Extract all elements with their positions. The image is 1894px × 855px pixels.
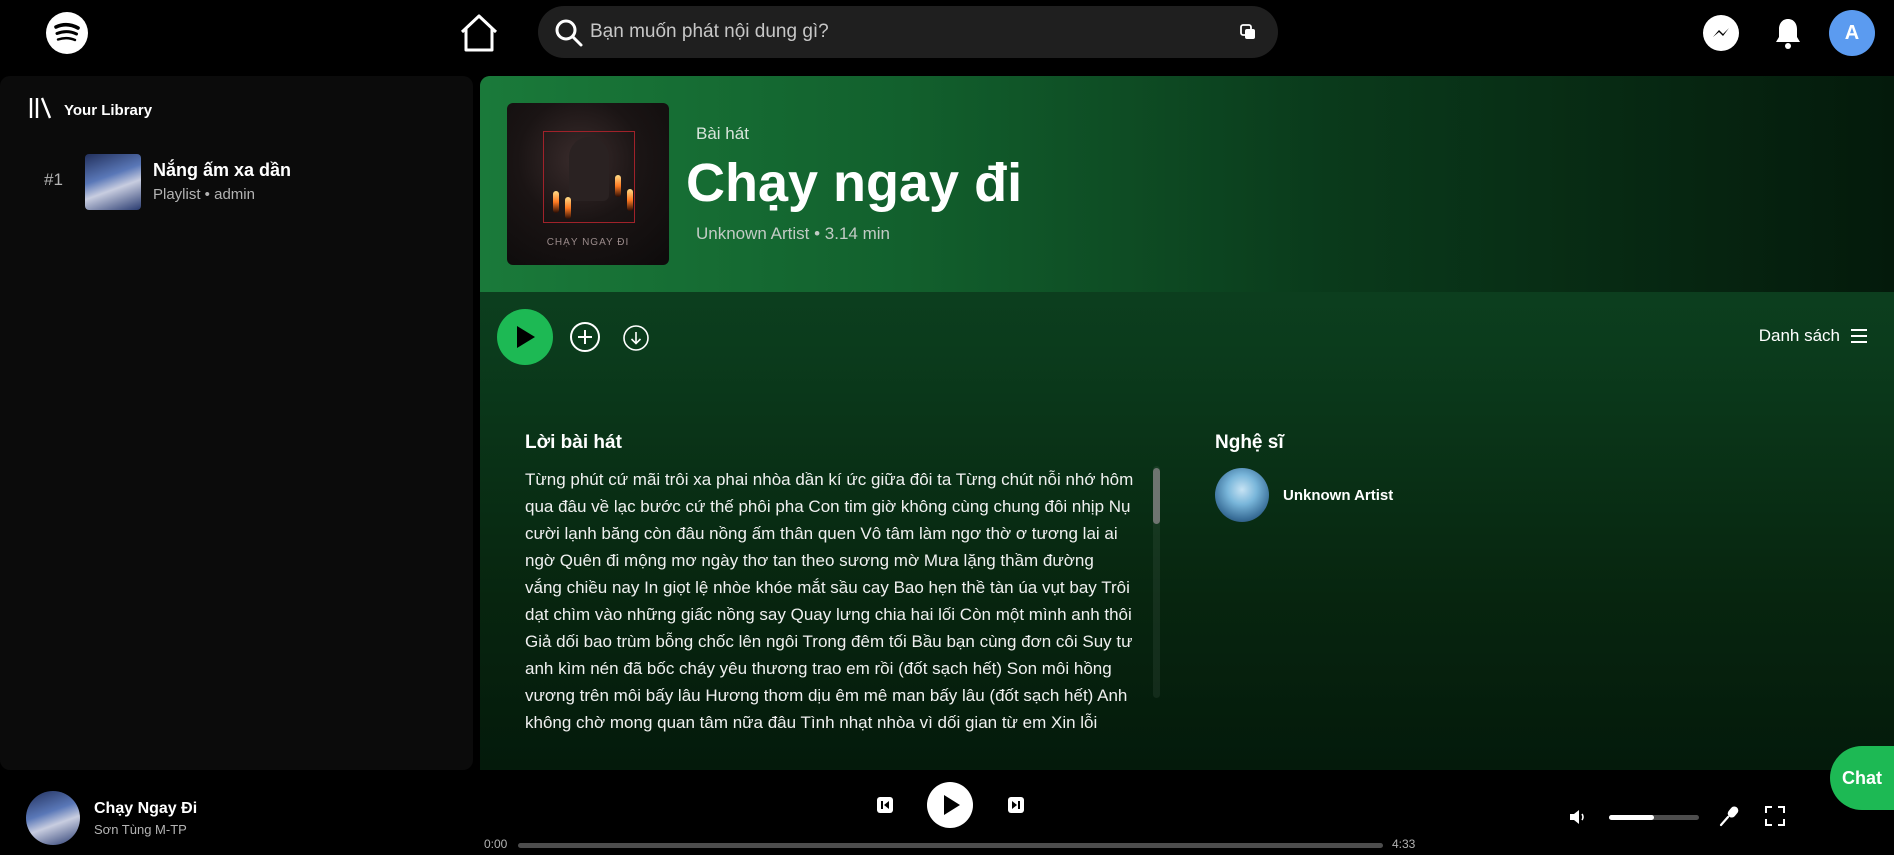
- play-icon: [517, 326, 535, 348]
- artist-name: Unknown Artist: [1283, 486, 1394, 504]
- main-content: CHẠY NGAY ĐI Bài hát Chạy ngay đi Unknow…: [480, 76, 1894, 770]
- user-avatar[interactable]: A: [1829, 10, 1875, 56]
- library-item[interactable]: #1 Nắng ấm xa dần Playlist • admin: [0, 154, 473, 210]
- list-view-toggle[interactable]: Danh sách: [1759, 326, 1868, 346]
- song-cover-art: CHẠY NGAY ĐI: [507, 103, 669, 265]
- browse-icon[interactable]: [1240, 24, 1256, 45]
- lyrics-heading: Lời bài hát: [525, 432, 622, 453]
- artist-avatar: [1215, 468, 1269, 522]
- list-icon: [1851, 329, 1867, 343]
- search-bar: [538, 6, 1278, 58]
- chat-button[interactable]: Chat: [1830, 746, 1894, 810]
- now-playing-thumbnail: [26, 791, 80, 845]
- song-title: Chạy ngay đi: [686, 153, 1023, 213]
- now-playing-title[interactable]: Chạy Ngay Đi: [94, 800, 197, 818]
- cover-title-text: CHẠY NGAY ĐI: [546, 237, 630, 248]
- lyrics-scrollbar-thumb[interactable]: [1153, 468, 1160, 524]
- mic-icon[interactable]: [1718, 805, 1740, 832]
- song-meta: Unknown Artist • 3.14 min: [696, 224, 890, 243]
- library-item-subtitle: Playlist • admin: [153, 186, 255, 203]
- sidebar-library: Your Library #1 Nắng ấm xa dần Playlist …: [0, 76, 473, 770]
- volume-icon[interactable]: [1568, 808, 1588, 831]
- artists-heading: Nghệ sĩ: [1215, 432, 1284, 453]
- bell-icon[interactable]: [1772, 15, 1804, 51]
- top-bar: A: [0, 0, 1894, 70]
- spotify-logo-icon[interactable]: [46, 12, 88, 54]
- total-time: 4:33: [1392, 837, 1416, 851]
- search-icon[interactable]: [554, 18, 584, 53]
- download-button[interactable]: [622, 324, 650, 352]
- next-button[interactable]: [1007, 796, 1025, 814]
- volume-fill: [1609, 815, 1654, 820]
- previous-icon: [877, 797, 893, 813]
- download-icon: [623, 325, 649, 351]
- library-header[interactable]: Your Library: [28, 96, 152, 124]
- library-item-index: #1: [44, 170, 63, 189]
- messenger-icon[interactable]: [1703, 15, 1739, 51]
- list-view-label: Danh sách: [1758, 326, 1840, 345]
- lyrics-text: Từng phút cứ mãi trôi xa phai nhòa dần k…: [525, 470, 1134, 732]
- now-playing-artist[interactable]: Sơn Tùng M-TP: [94, 822, 187, 837]
- search-input[interactable]: [590, 6, 1210, 58]
- library-item-thumbnail: [85, 154, 141, 210]
- player-bar: Chạy Ngay Đi Sơn Tùng M-TP 0:00 4:33: [0, 770, 1894, 855]
- home-icon[interactable]: [458, 12, 500, 54]
- current-time: 0:00: [484, 837, 508, 851]
- song-header: CHẠY NGAY ĐI Bài hát Chạy ngay đi Unknow…: [480, 76, 1894, 292]
- library-title: Your Library: [64, 101, 153, 119]
- library-icon: [28, 95, 54, 126]
- artist-item[interactable]: Unknown Artist: [1215, 468, 1393, 522]
- play-icon: [944, 795, 960, 815]
- song-type-label: Bài hát: [696, 124, 749, 143]
- fullscreen-icon[interactable]: [1765, 806, 1785, 831]
- progress-bar[interactable]: [518, 843, 1383, 848]
- add-to-playlist-button[interactable]: [568, 320, 602, 354]
- add-circle-icon: [570, 322, 600, 352]
- play-button[interactable]: [497, 309, 553, 365]
- player-play-button[interactable]: [927, 782, 973, 828]
- next-icon: [1008, 797, 1024, 813]
- library-item-title: Nắng ấm xa dần: [153, 160, 292, 180]
- volume-slider[interactable]: [1609, 815, 1699, 820]
- previous-button[interactable]: [876, 796, 894, 814]
